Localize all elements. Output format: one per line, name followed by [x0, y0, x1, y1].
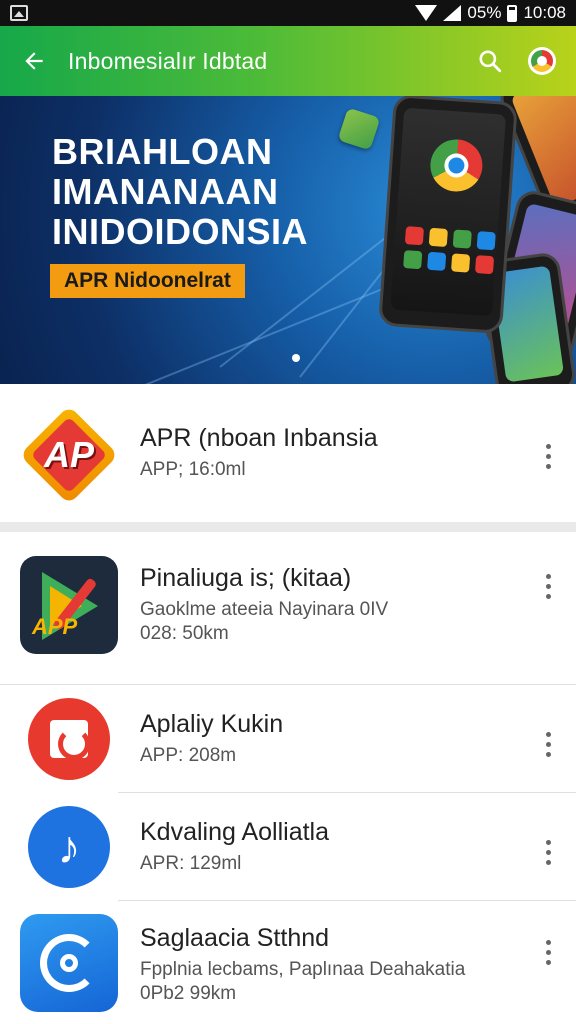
app-size: 0Pb2 99km [140, 983, 237, 1004]
search-icon [479, 50, 502, 73]
app-title: Kdvaling Aolliatla [140, 818, 330, 846]
gallery-notification-icon [10, 5, 28, 21]
signal-icon [443, 5, 462, 21]
divider [118, 900, 576, 901]
banner-headline-line: BRIAHLOAN [52, 131, 273, 172]
wifi-icon [415, 5, 438, 21]
list-item[interactable]: AP APR (nboan Inbansia APP; 16:0ml [0, 405, 576, 506]
app-title: Aplaliy Kukin [140, 710, 284, 738]
more-options-button[interactable] [538, 566, 558, 606]
carousel-indicator[interactable] [292, 354, 300, 362]
battery-percent: 05% [467, 3, 502, 22]
app-size: APR: 129ml [140, 853, 242, 874]
play-icon-label: APP [32, 614, 78, 639]
phone-illustration [378, 96, 518, 335]
more-options-button[interactable] [538, 724, 558, 764]
app-size: APP; 16:0ml [140, 459, 246, 480]
music-note-icon: ♪ [57, 821, 81, 873]
app-list: AP APR (nboan Inbansia APP; 16:0ml APP P… [0, 384, 576, 1024]
banner-headline: BRIAHLOAN IMANANAAN INIDOIDONSIA [52, 132, 308, 252]
banner-headline-line: IMANANAAN [52, 171, 279, 212]
chrome-icon [428, 137, 485, 194]
more-options-button[interactable] [538, 436, 558, 476]
app-size: 028: 50km [140, 623, 229, 644]
red-app-icon [28, 698, 110, 780]
apr-icon-label: AP [43, 434, 94, 475]
search-button[interactable] [474, 45, 506, 77]
app-title: Saglaacia Stthnd [140, 924, 330, 952]
list-item[interactable]: ♪ Kdvaling Aolliatla APR: 129ml [0, 802, 576, 892]
app-grid [403, 226, 496, 275]
banner-headline-line: INIDOIDONSIA [52, 211, 309, 252]
app-bar: Inbomesialır Idbtad [0, 26, 576, 96]
banner-tag: APR Nidoonelrat [50, 264, 245, 298]
app-description: Fpplnia lecbams, Paplınaa Deahakatia [140, 959, 466, 980]
sync-app-icon [20, 914, 118, 1012]
apr-app-icon: AP [19, 405, 119, 505]
list-item[interactable]: Saglaacia Stthnd Fpplnia lecbams, Paplın… [0, 910, 576, 1012]
account-avatar[interactable] [528, 47, 556, 75]
status-indicators: 05% 10:08 [415, 3, 566, 23]
promo-banner[interactable]: BRIAHLOAN IMANANAAN INIDOIDONSIA APR Nid… [0, 96, 576, 384]
more-options-button[interactable] [538, 832, 558, 872]
section-separator [0, 522, 576, 532]
arrow-left-icon [25, 52, 43, 70]
divider [0, 684, 576, 685]
app-size: APP: 208m [140, 745, 237, 766]
more-options-button[interactable] [538, 932, 558, 972]
page-title: Inbomesialır Idbtad [68, 47, 268, 74]
clock: 10:08 [523, 3, 566, 22]
status-bar: 05% 10:08 [0, 0, 576, 26]
play-app-icon: APP [20, 556, 118, 654]
battery-icon [507, 4, 518, 22]
divider [118, 792, 576, 793]
list-item[interactable]: APP Pinaliuga is; (kitaa) Gaoklme ateeia… [0, 556, 576, 656]
app-title: Pinaliuga is; (kitaa) [140, 564, 352, 592]
app-bar-actions [474, 45, 576, 77]
back-button[interactable] [0, 26, 68, 96]
app-description: Gaoklme ateeia Nayinara 0IV [140, 599, 389, 620]
floating-app-icon [337, 107, 381, 151]
music-app-icon: ♪ [28, 806, 110, 888]
list-item[interactable]: Aplaliy Kukin APP: 208m [0, 694, 576, 784]
app-title: APR (nboan Inbansia [140, 424, 378, 452]
